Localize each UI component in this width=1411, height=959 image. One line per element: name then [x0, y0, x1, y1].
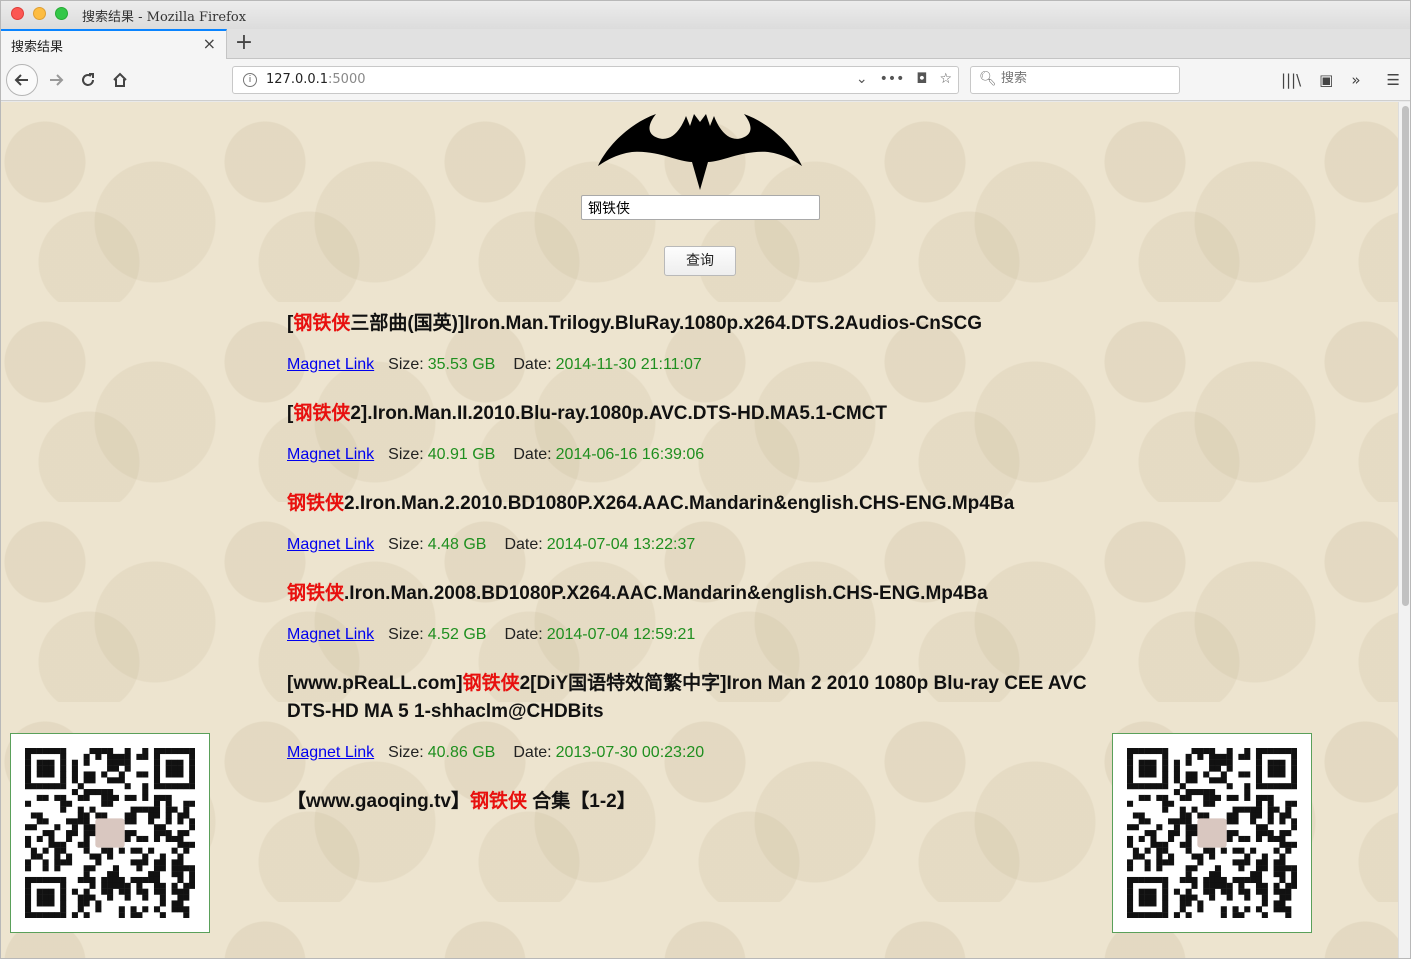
new-tab-button[interactable]: + [233, 30, 255, 56]
result-meta: Magnet Link Size: 4.52 GB Date: 2014-07-04 1… [287, 624, 1097, 646]
size-value: 35.53 GB [427, 356, 496, 373]
size-value: 4.52 GB [427, 626, 487, 643]
library-icon[interactable]: |||\ [1281, 71, 1301, 89]
result-item: [钢铁侠2].Iron.Man.II.2010.Blu-ray.1080p.AV… [287, 400, 1097, 466]
maximize-window-button[interactable] [55, 7, 68, 20]
forward-arrow-icon [50, 74, 64, 86]
magnet-link[interactable]: Magnet Link [287, 626, 374, 643]
date-label: Date: [513, 356, 552, 373]
result-title: 钢铁侠.Iron.Man.2008.BD1080P.X264.AAC.Manda… [287, 583, 988, 604]
overflow-chevron-icon[interactable]: » [1351, 71, 1360, 89]
home-button[interactable] [109, 67, 131, 93]
result-title: 钢铁侠2.Iron.Man.2.2010.BD1080P.X264.AAC.Ma… [287, 493, 1015, 514]
chevron-down-icon[interactable]: ⌄ [856, 71, 868, 87]
result-item: 钢铁侠.Iron.Man.2008.BD1080P.X264.AAC.Manda… [287, 580, 1097, 646]
result-item: [钢铁侠三部曲(国英)]Iron.Man.Trilogy.BluRay.1080… [287, 310, 1097, 376]
size-value: 40.86 GB [427, 744, 496, 761]
qr-code-image [25, 748, 196, 919]
url-actions: ⌄ ••• ◘ ☆ [856, 71, 952, 87]
vertical-scrollbar[interactable] [1398, 102, 1410, 958]
query-input[interactable] [581, 195, 820, 220]
tab-search-results[interactable]: 搜索结果 × [1, 29, 227, 59]
size-label: Size: [388, 626, 424, 643]
magnet-link[interactable]: Magnet Link [287, 356, 374, 373]
keyword-highlight: 钢铁侠 [293, 313, 351, 334]
keyword-highlight: 钢铁侠 [293, 403, 351, 424]
result-title: [钢铁侠2].Iron.Man.II.2010.Blu-ray.1080p.AV… [287, 403, 888, 424]
result-title: 【www.gaoqing.tv】钢铁侠 合集【1-2】 [287, 791, 636, 812]
nav-bar: i 127.0.0.1:5000 ⌄ ••• ◘ ☆ 🔍︎ |||\ ▣ » ☰ [1, 59, 1410, 101]
forward-button[interactable] [45, 67, 67, 93]
results-list: [钢铁侠三部曲(国英)]Iron.Man.Trilogy.BluRay.1080… [287, 310, 1097, 840]
keyword-highlight: 钢铁侠 [287, 583, 345, 604]
result-item: 【www.gaoqing.tv】钢铁侠 合集【1-2】 [287, 788, 1097, 816]
tab-label: 搜索结果 [11, 40, 64, 55]
result-meta: Magnet Link Size: 4.48 GB Date: 2014-07-04 1… [287, 534, 1097, 556]
result-title: [钢铁侠三部曲(国英)]Iron.Man.Trilogy.BluRay.1080… [287, 313, 983, 334]
date-value: 2014-06-16 16:39:06 [555, 446, 705, 463]
result-item: [www.pReaLL.com]钢铁侠2[DiY国语特效简繁中字]Iron Ma… [287, 670, 1097, 764]
result-meta: Magnet Link Size: 35.53 GB Date: 2014-11-30 … [287, 354, 1097, 376]
reload-icon [82, 73, 94, 86]
size-value: 40.91 GB [427, 446, 496, 463]
magnet-link[interactable]: Magnet Link [287, 744, 374, 761]
search-icon: 🔍︎ [979, 71, 997, 87]
reload-button[interactable] [77, 67, 99, 93]
url-bar[interactable]: i 127.0.0.1:5000 ⌄ ••• ◘ ☆ [232, 66, 959, 94]
close-window-button[interactable] [11, 7, 24, 20]
scrollbar-thumb[interactable] [1402, 106, 1409, 606]
date-value: 2013-07-30 00:23:20 [555, 744, 705, 761]
search-input[interactable] [1001, 71, 1171, 86]
tab-close-icon[interactable]: × [203, 34, 216, 53]
size-label: Size: [388, 356, 424, 373]
qr-code-image [1127, 748, 1298, 919]
qr-code-left [10, 733, 210, 933]
menu-icon[interactable]: ☰ [1387, 71, 1400, 89]
pocket-icon[interactable]: ◘ [916, 71, 927, 87]
title-bar: 搜索结果 - Mozilla Firefox [1, 1, 1410, 29]
qr-code-right [1112, 733, 1312, 933]
size-value: 4.48 GB [427, 536, 487, 553]
page-viewport: 查询 [钢铁侠三部曲(国英)]Iron.Man.Trilogy.BluRay.1… [1, 102, 1398, 958]
keyword-highlight: 钢铁侠 [287, 493, 345, 514]
keyword-highlight: 钢铁侠 [469, 791, 527, 812]
url-text[interactable]: 127.0.0.1:5000 [266, 72, 366, 87]
window-title: 搜索结果 - Mozilla Firefox [82, 10, 247, 25]
site-info-icon[interactable]: i [243, 73, 257, 87]
result-item: 钢铁侠2.Iron.Man.2.2010.BD1080P.X264.AAC.Ma… [287, 490, 1097, 556]
back-button[interactable] [6, 64, 38, 96]
result-meta: Magnet Link Size: 40.91 GB Date: 2014-06-16 … [287, 444, 1097, 466]
magnet-link[interactable]: Magnet Link [287, 536, 374, 553]
search-bar[interactable]: 🔍︎ [970, 66, 1180, 94]
date-label: Date: [513, 744, 552, 761]
bat-logo [598, 114, 802, 190]
size-label: Size: [388, 536, 424, 553]
minimize-window-button[interactable] [33, 7, 46, 20]
magnet-link[interactable]: Magnet Link [287, 446, 374, 463]
toolbar-right: |||\ ▣ » ☰ [1281, 71, 1400, 89]
back-arrow-icon [14, 74, 28, 86]
tab-strip: 搜索结果 × + [1, 29, 1410, 59]
bookmark-star-icon[interactable]: ☆ [939, 71, 952, 87]
date-value: 2014-11-30 21:11:07 [555, 356, 702, 373]
browser-window: 搜索结果 - Mozilla Firefox 搜索结果 × + i 127.0.… [0, 0, 1411, 959]
date-label: Date: [504, 626, 543, 643]
size-label: Size: [388, 744, 424, 761]
date-value: 2014-07-04 12:59:21 [546, 626, 696, 643]
size-label: Size: [388, 446, 424, 463]
home-icon [113, 72, 127, 87]
date-label: Date: [504, 536, 543, 553]
keyword-highlight: 钢铁侠 [462, 673, 520, 694]
date-value: 2014-07-04 13:22:37 [546, 536, 696, 553]
date-label: Date: [513, 446, 552, 463]
result-title: [www.pReaLL.com]钢铁侠2[DiY国语特效简繁中字]Iron Ma… [287, 673, 1087, 722]
query-button[interactable]: 查询 [664, 246, 736, 276]
sidebar-icon[interactable]: ▣ [1319, 71, 1333, 89]
page-actions-icon[interactable]: ••• [880, 71, 905, 87]
result-meta: Magnet Link Size: 40.86 GB Date: 2013-07-30 … [287, 742, 1097, 764]
